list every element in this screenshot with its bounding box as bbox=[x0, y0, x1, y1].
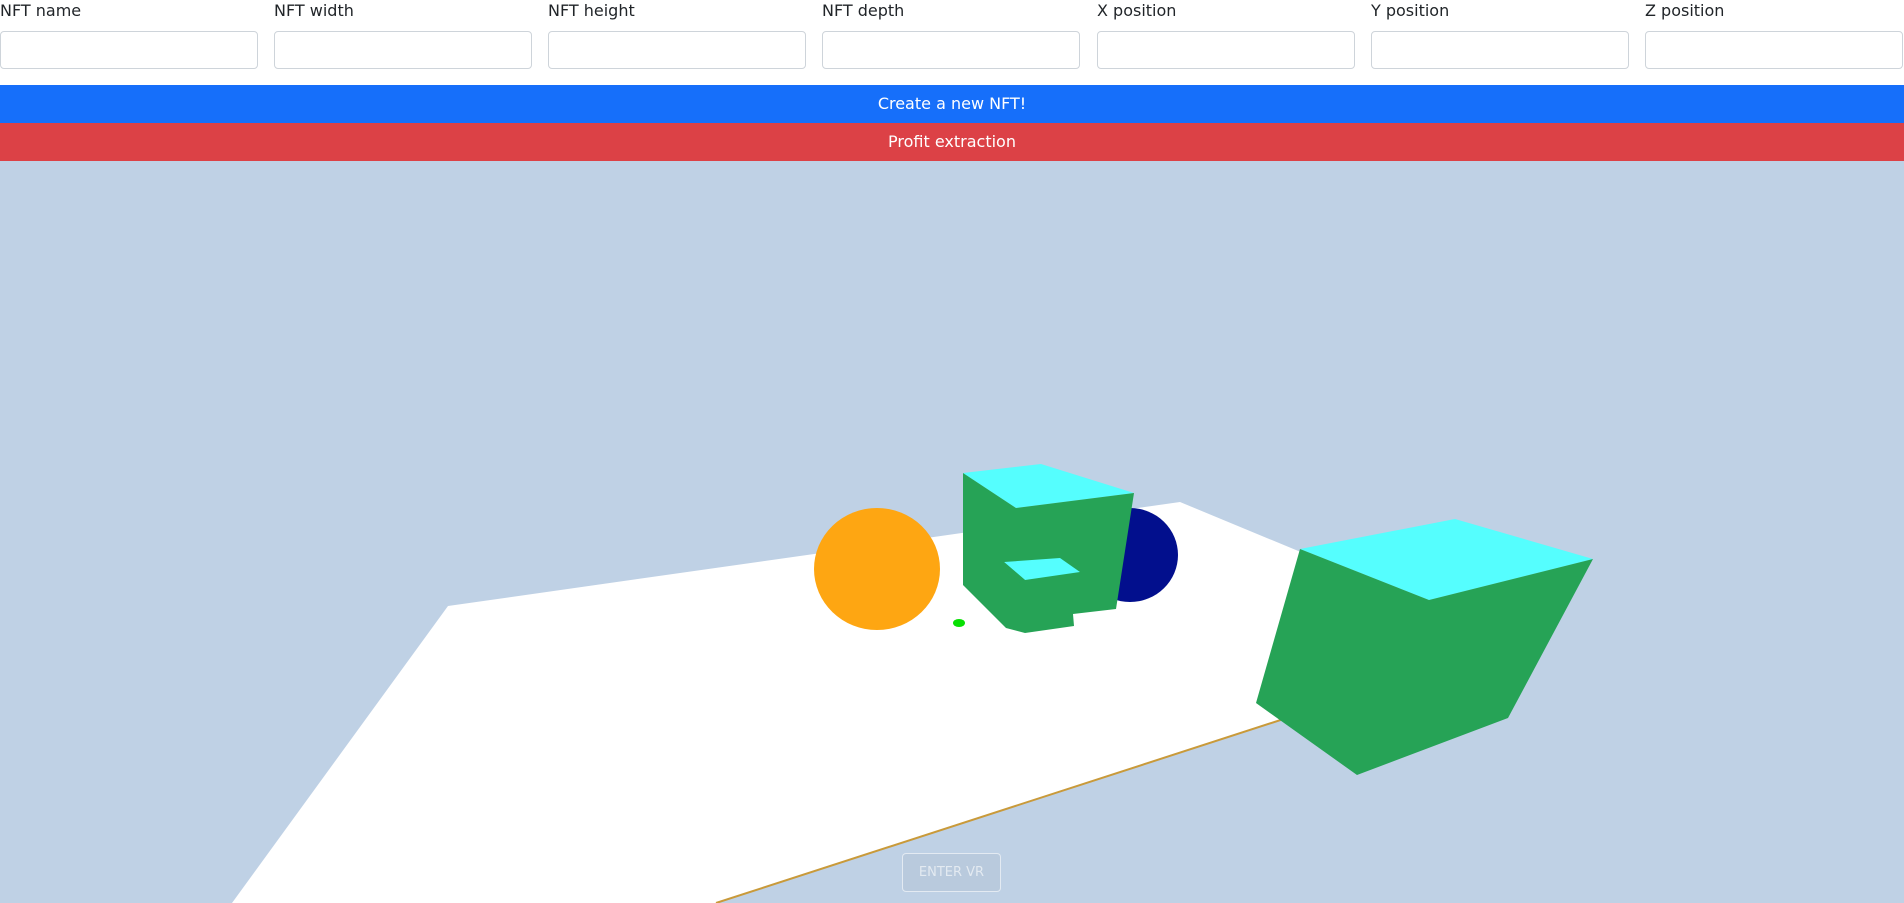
tiny-green-object bbox=[953, 619, 965, 627]
nft-depth-input[interactable] bbox=[822, 31, 1080, 69]
field-nft-width: NFT width bbox=[274, 0, 532, 69]
field-y-position: Y position bbox=[1371, 0, 1629, 69]
nft-name-input[interactable] bbox=[0, 31, 258, 69]
large-cube bbox=[1256, 519, 1593, 775]
profit-extraction-button[interactable]: Profit extraction bbox=[0, 123, 1904, 161]
enter-vr-button[interactable]: ENTER VR bbox=[902, 853, 1001, 892]
nft-depth-label: NFT depth bbox=[822, 1, 905, 20]
field-nft-height: NFT height bbox=[548, 0, 806, 69]
y-position-label: Y position bbox=[1371, 1, 1450, 20]
orange-sphere bbox=[814, 508, 940, 630]
nft-height-input[interactable] bbox=[548, 31, 806, 69]
medium-cube bbox=[963, 464, 1134, 633]
field-z-position: Z position bbox=[1645, 0, 1903, 69]
field-nft-name: NFT name bbox=[0, 0, 258, 69]
3d-scene-canvas[interactable] bbox=[0, 161, 1904, 903]
nft-width-label: NFT width bbox=[274, 1, 354, 20]
x-position-label: X position bbox=[1097, 1, 1177, 20]
z-position-input[interactable] bbox=[1645, 31, 1903, 69]
z-position-label: Z position bbox=[1645, 1, 1725, 20]
field-x-position: X position bbox=[1097, 0, 1355, 69]
nft-height-label: NFT height bbox=[548, 1, 635, 20]
create-nft-button[interactable]: Create a new NFT! bbox=[0, 85, 1904, 123]
nft-form: NFT name NFT width NFT height NFT depth … bbox=[0, 0, 1904, 85]
scene-render bbox=[232, 464, 1593, 903]
x-position-input[interactable] bbox=[1097, 31, 1355, 69]
field-nft-depth: NFT depth bbox=[822, 0, 1080, 69]
y-position-input[interactable] bbox=[1371, 31, 1629, 69]
nft-width-input[interactable] bbox=[274, 31, 532, 69]
nft-name-label: NFT name bbox=[0, 1, 82, 20]
